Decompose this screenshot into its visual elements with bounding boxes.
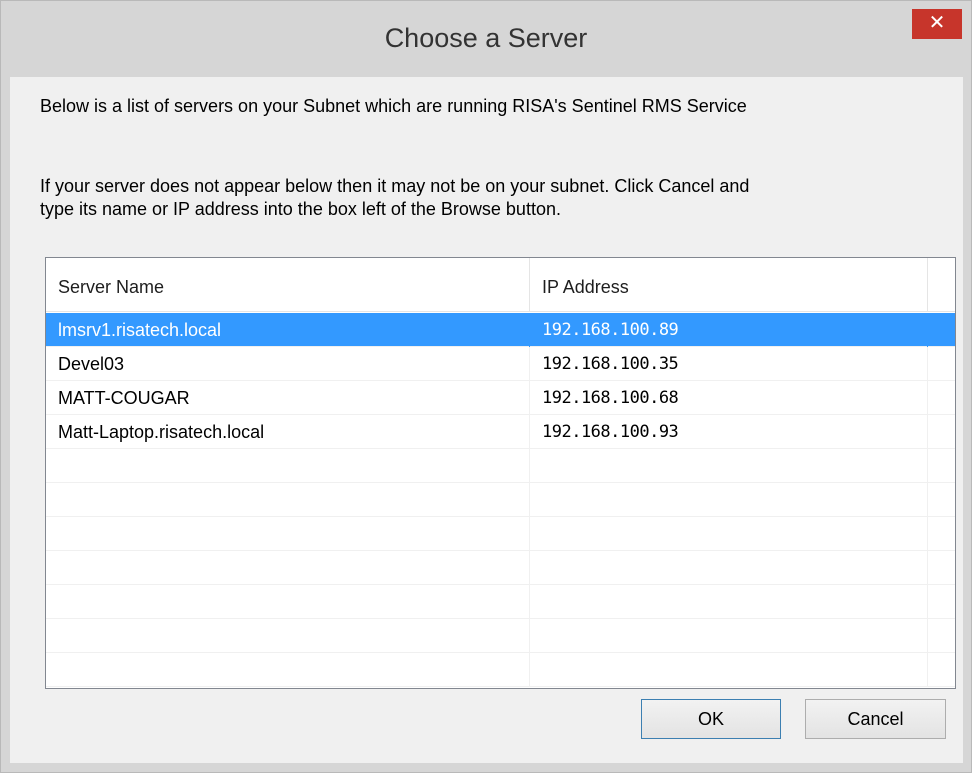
table-row[interactable]: [46, 653, 955, 687]
column-header-server-name[interactable]: Server Name: [46, 258, 530, 312]
server-name-cell: [46, 551, 530, 585]
dialog-body: Below is a list of servers on your Subne…: [10, 77, 963, 763]
table-row[interactable]: MATT-COUGAR 192.168.100.68: [46, 381, 955, 415]
hint-text-line1: If your server does not appear below the…: [40, 176, 750, 196]
server-list[interactable]: Server Name IP Address lmsrv1.risatech.l…: [45, 257, 956, 689]
list-header: Server Name IP Address: [46, 258, 955, 312]
ip-address-cell: 192.168.100.93: [530, 415, 928, 449]
ip-address-cell: [530, 551, 928, 585]
ip-address-cell: 192.168.100.89: [530, 313, 928, 347]
title-bar[interactable]: Choose a Server ✕: [1, 1, 971, 77]
ok-button[interactable]: OK: [641, 699, 781, 739]
table-row[interactable]: [46, 449, 955, 483]
table-row[interactable]: [46, 585, 955, 619]
table-row[interactable]: [46, 551, 955, 585]
ip-address-cell: 192.168.100.68: [530, 381, 928, 415]
hint-text-line2: type its name or IP address into the box…: [40, 199, 561, 219]
table-row[interactable]: Devel03 192.168.100.35: [46, 347, 955, 381]
table-row[interactable]: [46, 619, 955, 653]
close-button[interactable]: ✕: [912, 9, 962, 39]
table-row[interactable]: [46, 517, 955, 551]
ip-address-cell: [530, 449, 928, 483]
table-row[interactable]: [46, 483, 955, 517]
server-name-cell: [46, 585, 530, 619]
server-name-cell: MATT-COUGAR: [46, 381, 530, 415]
server-name-cell: Matt-Laptop.risatech.local: [46, 415, 530, 449]
table-row[interactable]: lmsrv1.risatech.local 192.168.100.89: [46, 313, 955, 347]
server-name-cell: Devel03: [46, 347, 530, 381]
server-name-cell: [46, 653, 530, 687]
list-rows: lmsrv1.risatech.local 192.168.100.89 Devel…: [46, 313, 955, 687]
ip-address-cell: 192.168.100.35: [530, 347, 928, 381]
server-name-cell: lmsrv1.risatech.local: [46, 313, 530, 347]
server-name-cell: [46, 619, 530, 653]
ip-address-cell: [530, 653, 928, 687]
server-name-cell: [46, 483, 530, 517]
column-header-ip-address[interactable]: IP Address: [530, 258, 928, 312]
server-name-cell: [46, 449, 530, 483]
dialog-title: Choose a Server: [384, 23, 588, 53]
intro-text: Below is a list of servers on your Subne…: [40, 96, 747, 116]
ip-address-cell: [530, 619, 928, 653]
cancel-button[interactable]: Cancel: [805, 699, 946, 739]
close-icon: ✕: [928, 12, 946, 34]
ip-address-cell: [530, 585, 928, 619]
choose-server-dialog: Choose a Server ✕ Below is a list of ser…: [0, 0, 972, 773]
server-name-cell: [46, 517, 530, 551]
table-row[interactable]: Matt-Laptop.risatech.local 192.168.100.93: [46, 415, 955, 449]
ip-address-cell: [530, 483, 928, 517]
ip-address-cell: [530, 517, 928, 551]
